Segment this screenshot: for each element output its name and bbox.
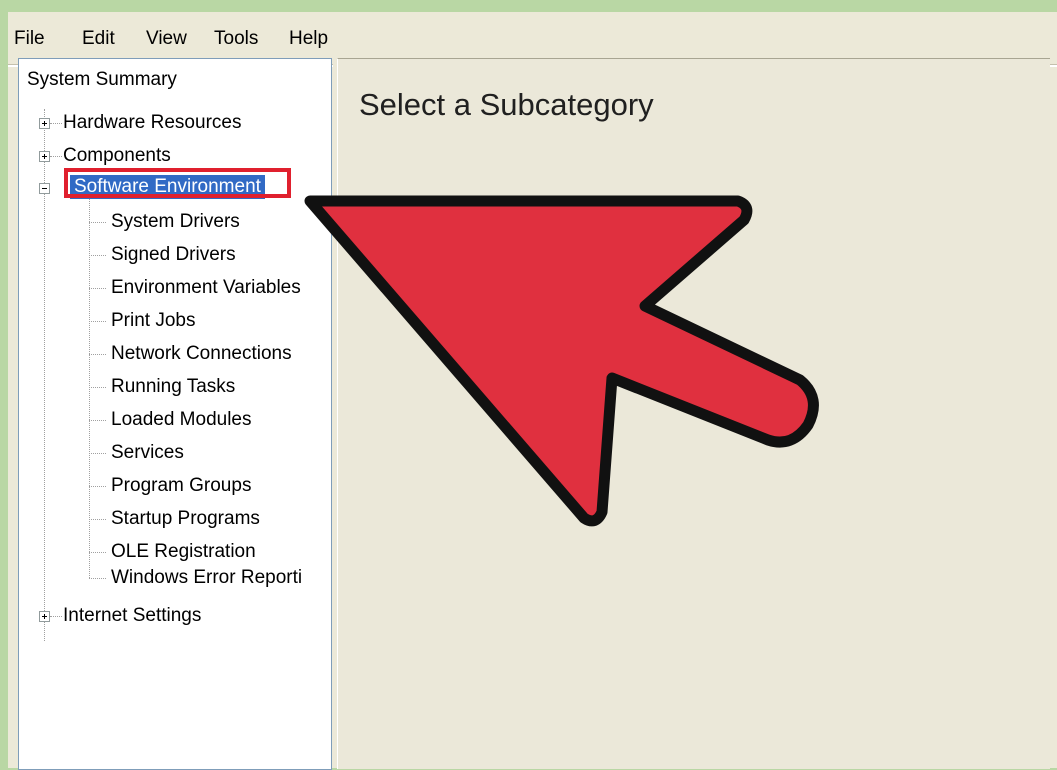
tree-item-startup-programs[interactable]: Startup Programs (111, 507, 260, 531)
tree-root-system-summary[interactable]: System Summary (27, 69, 177, 91)
tree-item-signed-drivers[interactable]: Signed Drivers (111, 243, 236, 267)
menu-bar: File Edit View Tools Help (8, 12, 1057, 63)
tree-item-system-drivers[interactable]: System Drivers (111, 210, 240, 234)
tree-item-services[interactable]: Services (111, 441, 184, 465)
tree-item-program-groups[interactable]: Program Groups (111, 474, 251, 498)
tree-item-windows-error-reporting[interactable]: Windows Error Reporti (111, 566, 302, 590)
expand-internet-icon[interactable] (39, 611, 50, 622)
detail-pane: Select a Subcategory (337, 58, 1050, 769)
tree-node-internet-settings[interactable]: Internet Settings (63, 604, 201, 628)
tree-connector-software (89, 192, 90, 578)
menu-file[interactable]: File (14, 28, 45, 50)
tree-node-components[interactable]: Components (63, 144, 171, 168)
annotation-highlight-box (64, 168, 291, 198)
tree-item-ole-registration[interactable]: OLE Registration (111, 540, 256, 564)
category-tree[interactable]: System Summary Hardware Resources Compon… (18, 58, 332, 770)
expand-hardware-icon[interactable] (39, 118, 50, 129)
menu-view[interactable]: View (146, 28, 187, 50)
menu-help[interactable]: Help (289, 28, 328, 50)
menu-tools[interactable]: Tools (214, 28, 258, 50)
expand-components-icon[interactable] (39, 151, 50, 162)
tree-item-running-tasks[interactable]: Running Tasks (111, 375, 235, 399)
detail-title: Select a Subcategory (359, 87, 654, 122)
tree-item-print-jobs[interactable]: Print Jobs (111, 309, 195, 333)
collapse-software-icon[interactable] (39, 183, 50, 194)
tree-item-network-connections[interactable]: Network Connections (111, 342, 292, 366)
tree-node-hardware-resources[interactable]: Hardware Resources (63, 111, 241, 135)
tree-item-environment-variables[interactable]: Environment Variables (111, 276, 301, 300)
tree-item-loaded-modules[interactable]: Loaded Modules (111, 408, 252, 432)
menu-edit[interactable]: Edit (82, 28, 115, 50)
